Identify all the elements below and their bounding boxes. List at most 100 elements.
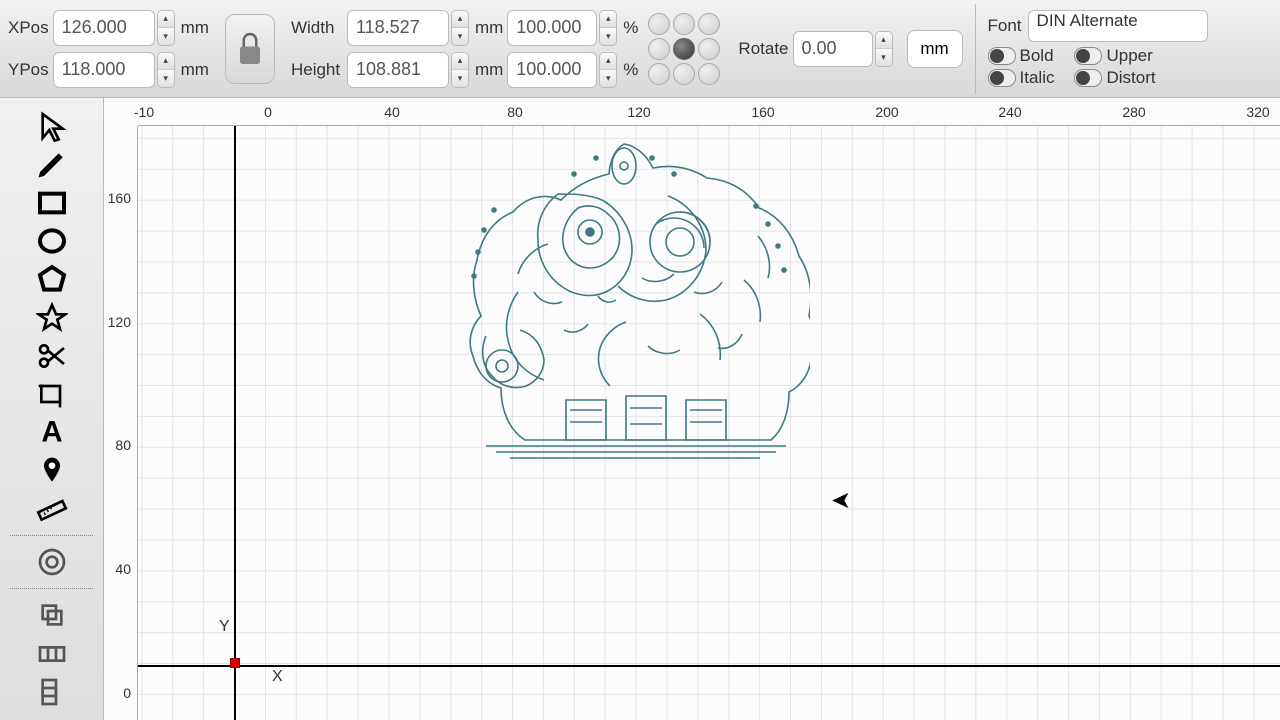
- align-tool-3[interactable]: [27, 674, 77, 710]
- height-pct-unit: %: [623, 60, 638, 80]
- svg-text:A: A: [41, 416, 62, 448]
- switch-icon: [1074, 47, 1102, 65]
- width-pct-input[interactable]: [507, 10, 597, 46]
- canvas[interactable]: -10 0 40 80 120 160 200 240 280 320 160 …: [104, 98, 1280, 720]
- ypos-input[interactable]: [53, 52, 155, 88]
- height-stepper[interactable]: ▴▾: [451, 52, 469, 88]
- measure-tool[interactable]: [27, 491, 77, 527]
- font-row: Font DIN Alternate: [988, 10, 1208, 42]
- select-tool[interactable]: [27, 108, 77, 144]
- ruler-tick: 120: [627, 104, 650, 120]
- font-select[interactable]: DIN Alternate: [1028, 10, 1208, 42]
- anchor-tr[interactable]: [698, 13, 720, 35]
- bold-label: Bold: [1020, 46, 1054, 66]
- italic-toggle[interactable]: Italic: [988, 68, 1055, 88]
- ypos-label: YPos: [8, 60, 49, 80]
- align-tool-1[interactable]: [27, 597, 77, 633]
- ellipse-tool[interactable]: [27, 223, 77, 259]
- ruler-tick: 80: [507, 104, 523, 120]
- chevron-down-icon[interactable]: ▾: [600, 28, 616, 45]
- chevron-up-icon[interactable]: ▴: [158, 11, 174, 28]
- chevron-up-icon[interactable]: ▴: [876, 32, 892, 49]
- chevron-down-icon[interactable]: ▾: [158, 28, 174, 45]
- font-style-row: Bold Italic Upper Distort: [988, 46, 1208, 88]
- ruler-vertical: 160 120 80 40 0: [104, 126, 138, 720]
- units-button[interactable]: mm: [907, 30, 963, 68]
- width-label: Width: [291, 18, 343, 38]
- chevron-down-icon[interactable]: ▾: [158, 70, 174, 87]
- distort-toggle[interactable]: Distort: [1074, 68, 1155, 88]
- axis-y-label: Y: [219, 618, 230, 636]
- anchor-grid[interactable]: [648, 13, 720, 85]
- chevron-up-icon[interactable]: ▴: [600, 11, 616, 28]
- chevron-up-icon[interactable]: ▴: [158, 53, 174, 70]
- ruler-tick: -10: [134, 104, 154, 120]
- width-row: Width ▴▾ mm ▴▾ %: [291, 10, 638, 46]
- rotate-stepper[interactable]: ▴▾: [875, 31, 893, 67]
- anchor-tm[interactable]: [673, 13, 695, 35]
- anchor-bl[interactable]: [648, 63, 670, 85]
- lock-icon: [235, 30, 265, 68]
- ruler-tick: 0: [123, 685, 131, 701]
- lock-aspect-button[interactable]: [225, 14, 275, 84]
- ruler-tick: 80: [115, 437, 131, 453]
- anchor-br[interactable]: [698, 63, 720, 85]
- width-pct-stepper[interactable]: ▴▾: [599, 10, 617, 46]
- anchor-bm[interactable]: [673, 63, 695, 85]
- distort-label: Distort: [1106, 68, 1155, 88]
- text-tool[interactable]: A: [27, 414, 77, 450]
- align-tool-2[interactable]: [27, 635, 77, 671]
- toolbar: XPos ▴▾ mm YPos ▴▾ mm Width ▴▾ mm ▴▾ % H…: [0, 0, 1280, 98]
- ypos-row: YPos ▴▾ mm: [8, 52, 209, 88]
- bold-toggle[interactable]: Bold: [988, 46, 1055, 66]
- upper-label: Upper: [1106, 46, 1152, 66]
- star-tool[interactable]: [27, 299, 77, 335]
- chevron-up-icon[interactable]: ▴: [600, 53, 616, 70]
- chevron-down-icon[interactable]: ▾: [600, 70, 616, 87]
- marker-tool[interactable]: [27, 452, 77, 488]
- origin-marker[interactable]: [230, 658, 240, 668]
- height-unit: mm: [475, 60, 503, 80]
- rectangle-tool[interactable]: [27, 185, 77, 221]
- position-group: XPos ▴▾ mm YPos ▴▾ mm: [8, 10, 209, 88]
- chevron-down-icon[interactable]: ▾: [876, 49, 892, 66]
- height-pct-stepper[interactable]: ▴▾: [599, 52, 617, 88]
- height-input[interactable]: [347, 52, 449, 88]
- tool-separator: [10, 535, 92, 536]
- crop-tool[interactable]: [27, 376, 77, 412]
- ruler-tick: 200: [875, 104, 898, 120]
- font-label: Font: [988, 16, 1022, 36]
- anchor-mr[interactable]: [698, 38, 720, 60]
- ruler-tick: 40: [115, 561, 131, 577]
- axis-x-label: X: [272, 668, 283, 686]
- chevron-down-icon[interactable]: ▾: [452, 28, 468, 45]
- size-group: Width ▴▾ mm ▴▾ % Height ▴▾ mm ▴▾ %: [291, 10, 638, 88]
- chevron-down-icon[interactable]: ▾: [452, 70, 468, 87]
- xpos-stepper[interactable]: ▴▾: [157, 10, 175, 46]
- pen-tool[interactable]: [27, 146, 77, 182]
- rotate-input[interactable]: [793, 31, 873, 67]
- anchor-center[interactable]: [673, 38, 695, 60]
- tool-separator: [10, 588, 92, 589]
- width-stepper[interactable]: ▴▾: [451, 10, 469, 46]
- radial-tool[interactable]: [27, 544, 77, 580]
- height-pct-input[interactable]: [507, 52, 597, 88]
- ypos-stepper[interactable]: ▴▾: [157, 52, 175, 88]
- xpos-row: XPos ▴▾ mm: [8, 10, 209, 46]
- scissors-tool[interactable]: [27, 338, 77, 374]
- ruler-tick: 160: [751, 104, 774, 120]
- ruler-tick: 320: [1246, 104, 1269, 120]
- ruler-horizontal: -10 0 40 80 120 160 200 240 280 320: [138, 98, 1280, 126]
- polygon-tool[interactable]: [27, 261, 77, 297]
- artwork-object[interactable]: [446, 130, 810, 466]
- xpos-input[interactable]: [53, 10, 155, 46]
- chevron-up-icon[interactable]: ▴: [452, 53, 468, 70]
- width-input[interactable]: [347, 10, 449, 46]
- anchor-tl[interactable]: [648, 13, 670, 35]
- ruler-tick: 0: [264, 104, 272, 120]
- xpos-unit: mm: [181, 18, 209, 38]
- chevron-up-icon[interactable]: ▴: [452, 11, 468, 28]
- anchor-ml[interactable]: [648, 38, 670, 60]
- upper-toggle[interactable]: Upper: [1074, 46, 1155, 66]
- divider: [975, 4, 976, 94]
